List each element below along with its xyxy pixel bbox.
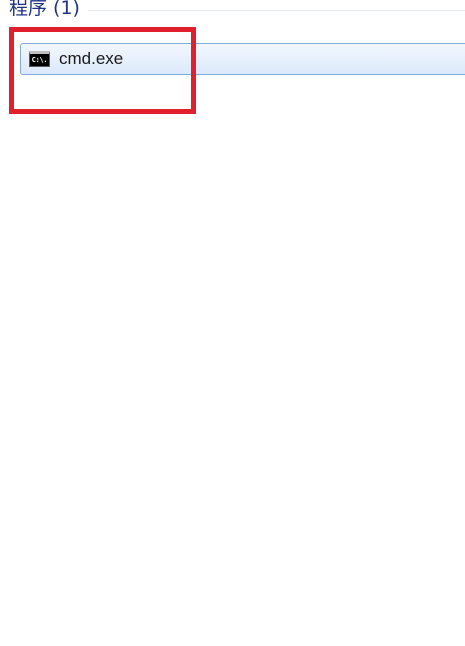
search-result-cmd[interactable]: C:\. cmd.exe	[20, 43, 465, 75]
group-header-label: 程序 (1)	[9, 0, 80, 19]
command-prompt-icon-glyph: C:\.	[31, 56, 48, 64]
command-prompt-icon: C:\.	[29, 51, 50, 67]
group-header-divider	[87, 9, 465, 11]
search-result-label: cmd.exe	[59, 49, 124, 68]
programs-group-header[interactable]: 程序 (1)	[9, 0, 465, 22]
search-results-panel: 程序 (1) C:\. cmd.exe	[0, 0, 465, 646]
